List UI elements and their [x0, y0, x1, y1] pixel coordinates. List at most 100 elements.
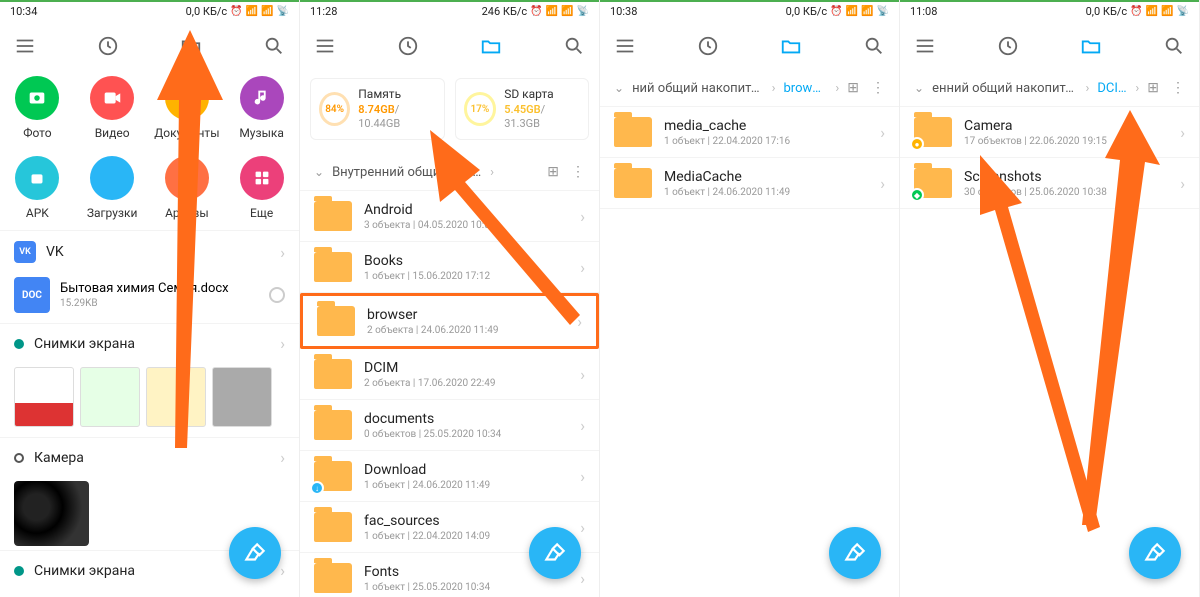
- thumbnail[interactable]: [212, 367, 272, 427]
- folder-icon[interactable]: [480, 35, 502, 57]
- status-bar: 10:38 0,0 КБ/с ⏰ 📶 📶 📡: [600, 0, 899, 22]
- signal-icon: 📶: [1161, 6, 1173, 17]
- chevron-down-icon[interactable]: ⌄: [914, 81, 924, 95]
- folder-icon: [314, 410, 352, 440]
- more-icon[interactable]: ⋮: [1171, 80, 1185, 96]
- grid-view-icon[interactable]: ⊞: [847, 80, 859, 96]
- menu-icon[interactable]: [314, 35, 336, 57]
- folder-item[interactable]: Books1 объект | 15.06.2020 17:12›: [300, 242, 599, 293]
- status-bar: 10:34 0,0 КБ/с ⏰ 📶 📶 📡: [0, 0, 299, 22]
- pane-home: 10:34 0,0 КБ/с ⏰ 📶 📶 📡 Фото Видео Докуме…: [0, 0, 300, 597]
- folder-item[interactable]: media_cache1 объект | 22.04.2020 17:16›: [600, 107, 899, 158]
- clean-fab[interactable]: [1129, 527, 1181, 579]
- crumb[interactable]: ний общий накопитель: [632, 81, 764, 96]
- chevron-right-icon: ›: [1135, 81, 1139, 96]
- status-right: 0,0 КБ/с ⏰ 📶 📶 📡: [1086, 5, 1189, 18]
- section-label: Камера: [34, 450, 84, 466]
- recent-icon[interactable]: [397, 35, 419, 57]
- clean-fab[interactable]: [529, 527, 581, 579]
- folder-name: browser: [367, 307, 498, 323]
- folder-item[interactable]: documents0 объектов | 25.05.2020 10:34›: [300, 400, 599, 451]
- search-icon[interactable]: [563, 35, 585, 57]
- section-vk[interactable]: VK VK ›: [0, 230, 299, 273]
- select-radio[interactable]: [269, 287, 285, 303]
- thumbnail[interactable]: [80, 367, 140, 427]
- breadcrumb[interactable]: ⌄ ний общий накопитель › browser › ⊞ ⋮: [600, 70, 899, 107]
- category-more[interactable]: Еще: [224, 156, 299, 220]
- grid-view-icon[interactable]: ⊞: [1147, 80, 1159, 96]
- chevron-down-icon[interactable]: ⌄: [314, 165, 324, 179]
- folder-icon[interactable]: [180, 35, 202, 57]
- cat-label: APK: [26, 206, 49, 220]
- folder-item-browser[interactable]: browser2 объекта | 24.06.2020 11:49›: [300, 293, 599, 349]
- search-icon[interactable]: [263, 35, 285, 57]
- folder-name: Android: [364, 202, 495, 218]
- category-photo[interactable]: Фото: [0, 76, 75, 140]
- menu-icon[interactable]: [14, 35, 36, 57]
- recent-icon[interactable]: [697, 35, 719, 57]
- section-camera[interactable]: Камера ›: [0, 437, 299, 477]
- vk-icon: VK: [14, 241, 36, 263]
- pane-dcim: 11:08 0,0 КБ/с ⏰ 📶 📶 📡 ⌄ енний общий нак…: [900, 0, 1200, 597]
- recent-icon[interactable]: [997, 35, 1019, 57]
- status-time: 11:08: [910, 5, 937, 18]
- folder-icon[interactable]: [780, 35, 802, 57]
- wifi-icon: 📡: [1177, 6, 1189, 17]
- category-music[interactable]: Музыка: [224, 76, 299, 140]
- search-icon[interactable]: [1163, 35, 1185, 57]
- thumbnail[interactable]: [14, 481, 89, 546]
- camera-badge-icon: ●: [910, 137, 924, 151]
- wifi-icon: 📡: [877, 6, 889, 17]
- storage-sd[interactable]: 17% SD карта 5.45GB/ 31.3GB: [455, 78, 590, 140]
- folder-sub: 0 объектов | 25.05.2020 10:34: [364, 429, 501, 440]
- grid-view-icon[interactable]: ⊞: [547, 164, 559, 180]
- crumb[interactable]: Внутренний общий накопитель: [332, 165, 482, 180]
- category-archives[interactable]: Архивы: [150, 156, 225, 220]
- screenshot-thumbs: [0, 363, 299, 437]
- clean-fab[interactable]: [829, 527, 881, 579]
- folder-name: Camera: [964, 118, 1107, 134]
- crumb-active[interactable]: browser: [784, 81, 828, 96]
- search-icon[interactable]: [863, 35, 885, 57]
- folder-item[interactable]: ↓Download1 объект | 24.06.2020 11:49›: [300, 451, 599, 502]
- category-downloads[interactable]: Загрузки: [75, 156, 150, 220]
- more-icon[interactable]: ⋮: [871, 80, 885, 96]
- crumb[interactable]: енний общий накопитель: [932, 81, 1077, 96]
- folder-item[interactable]: ◆Screenshots30 объектов | 25.06.2020 10:…: [900, 158, 1199, 209]
- storage-internal[interactable]: 84% Память 8.74GB/ 10.44GB: [310, 78, 445, 140]
- file-row[interactable]: DOC Бытовая химия Семья.docx 15.29KB: [0, 273, 299, 323]
- crumb-active[interactable]: DCIM: [1097, 81, 1127, 96]
- status-net: 0,0 КБ/с: [186, 5, 228, 18]
- chevron-right-icon: ›: [880, 123, 885, 142]
- more-icon[interactable]: ⋮: [571, 164, 585, 180]
- chevron-right-icon: ›: [580, 518, 585, 537]
- menu-icon[interactable]: [614, 35, 636, 57]
- category-video[interactable]: Видео: [75, 76, 150, 140]
- clean-fab[interactable]: [229, 527, 281, 579]
- chevron-right-icon: ›: [577, 312, 582, 331]
- folder-item[interactable]: MediaCache1 объект | 24.06.2020 11:49›: [600, 158, 899, 209]
- signal-icon: 📶: [846, 6, 858, 17]
- thumbnail[interactable]: [14, 367, 74, 427]
- menu-icon[interactable]: [914, 35, 936, 57]
- folder-icon[interactable]: [1080, 35, 1102, 57]
- download-badge-icon: ↓: [310, 481, 324, 495]
- section-screenshots[interactable]: Снимки экрана ›: [0, 323, 299, 363]
- chevron-right-icon: ›: [772, 81, 776, 96]
- chevron-down-icon[interactable]: ⌄: [614, 81, 624, 95]
- category-docs[interactable]: Документы: [150, 76, 225, 140]
- alarm-icon: ⏰: [1130, 6, 1142, 17]
- cat-label: Видео: [95, 126, 130, 140]
- wifi-icon: 📡: [277, 6, 289, 17]
- thumbnail[interactable]: [146, 367, 206, 427]
- folder-item[interactable]: Android3 объекта | 04.05.2020 10:07›: [300, 191, 599, 242]
- breadcrumb[interactable]: ⌄ енний общий накопитель › DCIM › ⊞ ⋮: [900, 70, 1199, 107]
- breadcrumb[interactable]: ⌄ Внутренний общий накопитель › ⊞ ⋮: [300, 154, 599, 191]
- folder-item[interactable]: DCIM2 объекта | 17.06.2020 22:49›: [300, 349, 599, 400]
- category-apk[interactable]: APK: [0, 156, 75, 220]
- folder-item[interactable]: ●Camera17 объектов | 22.06.2020 19:15›: [900, 107, 1199, 158]
- folder-icon: [317, 306, 355, 336]
- folder-sub: 1 объект | 22.04.2020 17:16: [664, 136, 790, 147]
- status-time: 11:28: [310, 5, 337, 18]
- recent-icon[interactable]: [97, 35, 119, 57]
